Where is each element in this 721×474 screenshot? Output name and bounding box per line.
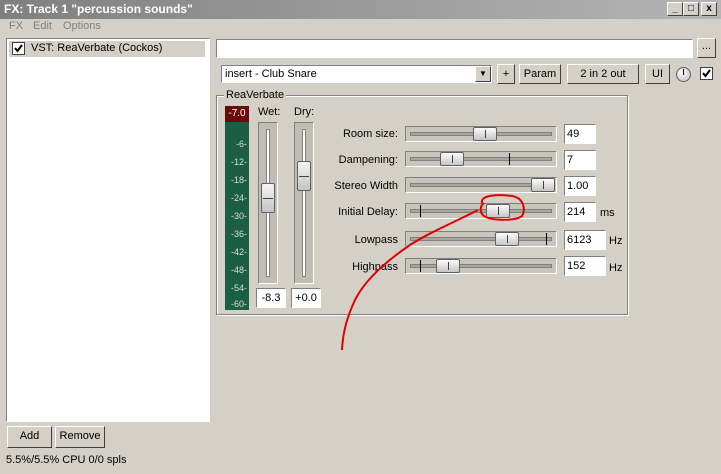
stereo-width-field[interactable]: 1.00 <box>564 176 596 196</box>
initial-delay-unit: ms <box>600 207 615 219</box>
slider-default-mark <box>420 205 421 217</box>
title-bar: FX: Track 1 "percussion sounds" _ □ x <box>0 0 721 19</box>
slider-default-mark <box>546 233 547 245</box>
initial-delay-label: Initial Delay: <box>338 206 398 218</box>
wet-knob-icon[interactable] <box>676 67 691 82</box>
initial-delay-slider-handle[interactable] <box>486 204 510 218</box>
dampening-slider[interactable] <box>405 151 557 167</box>
fx-chain-list[interactable]: VST: ReaVerbate (Cockos) <box>6 38 210 422</box>
meter-tick: -18- <box>230 175 247 185</box>
lowpass-field[interactable]: 6123 <box>564 230 606 250</box>
preset-select[interactable]: insert - Club Snare ▼ <box>221 65 492 83</box>
lowpass-slider-handle[interactable] <box>495 232 519 246</box>
dry-value-field[interactable]: +0.0 <box>291 288 321 308</box>
fader-groove <box>302 129 306 277</box>
slider-default-mark <box>509 153 510 165</box>
room-size-field[interactable]: 49 <box>564 124 596 144</box>
fx-enable-checkbox[interactable] <box>12 42 25 55</box>
wet-fader[interactable] <box>258 122 278 284</box>
dry-label: Dry: <box>294 106 315 118</box>
add-fx-button[interactable]: Add <box>7 426 52 448</box>
lowpass-label: Lowpass <box>354 234 398 246</box>
slider-groove <box>410 237 552 241</box>
highpass-slider[interactable] <box>405 258 557 274</box>
stereo-width-slider[interactable] <box>405 177 557 193</box>
highpass-label: Highpass <box>352 261 398 273</box>
meter-tick: -48- <box>230 265 247 275</box>
browse-button[interactable]: ... <box>697 38 716 58</box>
minimize-button[interactable]: _ <box>667 2 683 16</box>
cpu-status: 5.5%/5.5% CPU 0/0 spls <box>6 454 127 466</box>
stereo-width-label: Stereo Width <box>334 180 398 192</box>
menu-options[interactable]: Options <box>63 20 101 32</box>
fx-item-label: VST: ReaVerbate (Cockos) <box>31 42 163 54</box>
meter-tick: -24- <box>230 193 247 203</box>
slider-groove <box>410 264 552 268</box>
wet-fader-handle[interactable] <box>261 183 275 213</box>
meter-tick: -42- <box>230 247 247 257</box>
close-button[interactable]: x <box>701 2 717 16</box>
menu-edit[interactable]: Edit <box>33 20 52 32</box>
lowpass-slider[interactable] <box>405 231 557 247</box>
highpass-unit: Hz <box>609 262 623 274</box>
checkmark-icon <box>14 44 23 53</box>
lowpass-unit: Hz <box>609 235 623 247</box>
plugin-name: ReaVerbate <box>224 89 287 101</box>
dampening-label: Dampening: <box>338 154 398 166</box>
ui-button[interactable]: UI <box>645 64 670 84</box>
bypass-checkbox[interactable] <box>700 67 713 80</box>
peak-readout[interactable]: -7.0 <box>225 106 249 122</box>
remove-fx-button[interactable]: Remove <box>55 426 105 448</box>
window-title: FX: Track 1 "percussion sounds" <box>4 2 193 16</box>
level-meter: -7.0 -6- -12- -18- -24- -30- -36- -42- -… <box>225 106 249 310</box>
dry-fader[interactable] <box>294 122 314 284</box>
initial-delay-slider[interactable] <box>405 203 557 219</box>
meter-tick: -54- <box>230 283 247 293</box>
slider-default-mark <box>420 260 421 272</box>
wet-value-field[interactable]: -8.3 <box>256 288 286 308</box>
menu-fx[interactable]: FX <box>9 20 23 32</box>
chevron-down-icon[interactable]: ▼ <box>475 66 491 82</box>
room-size-slider[interactable] <box>405 126 557 142</box>
stereo-width-slider-handle[interactable] <box>531 178 555 192</box>
dampening-field[interactable]: 7 <box>564 150 596 170</box>
maximize-button[interactable]: □ <box>683 2 699 16</box>
checkmark-icon <box>702 69 711 78</box>
slider-groove <box>410 209 552 213</box>
io-routing-button[interactable]: 2 in 2 out <box>567 64 639 84</box>
meter-tick: -30- <box>230 211 247 221</box>
highpass-slider-handle[interactable] <box>436 259 460 273</box>
preset-select-value: insert - Club Snare <box>225 68 317 80</box>
add-preset-button[interactable]: + <box>497 64 515 84</box>
highpass-field[interactable]: 152 <box>564 256 606 276</box>
meter-tick: -36- <box>230 229 247 239</box>
slider-groove <box>410 157 552 161</box>
wet-label: Wet: <box>258 106 281 118</box>
menu-bar: FX Edit Options <box>0 19 721 35</box>
preset-name-input[interactable] <box>216 39 693 58</box>
initial-delay-field[interactable]: 214 <box>564 202 596 222</box>
meter-tick: -6- <box>236 139 247 149</box>
meter-tick: -60- <box>230 299 247 309</box>
room-size-slider-handle[interactable] <box>473 127 497 141</box>
room-size-label: Room size: <box>342 128 398 140</box>
param-button[interactable]: Param <box>519 64 561 84</box>
dampening-slider-handle[interactable] <box>440 152 464 166</box>
meter-tick: -12- <box>230 157 247 167</box>
fx-list-item[interactable]: VST: ReaVerbate (Cockos) <box>9 41 205 57</box>
